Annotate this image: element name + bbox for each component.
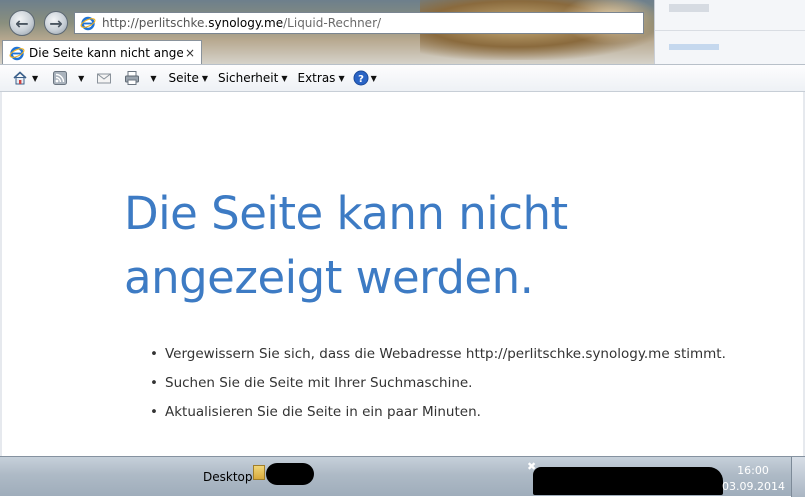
tab-close-button[interactable]: × [183, 46, 197, 60]
chevron-down-icon: ▼ [281, 73, 288, 83]
home-button[interactable]: ▼ [12, 70, 38, 86]
back-arrow-icon: ← [15, 13, 29, 33]
redacted-area [533, 467, 723, 495]
list-item: • Aktualisieren Sie die Seite in ein paa… [150, 398, 726, 427]
internet-explorer-icon [9, 46, 25, 60]
background-window-line [669, 4, 709, 12]
tab-active[interactable]: Die Seite kann nicht angeze... × [2, 40, 202, 64]
desktop-toolbar-label[interactable]: Desktop [203, 470, 253, 484]
chevron-down-icon: ▼ [370, 73, 377, 83]
tab-title: Die Seite kann nicht angeze... [29, 45, 183, 60]
rss-feed-icon [53, 71, 68, 85]
print-button[interactable]: ▼ [124, 70, 156, 86]
internet-explorer-icon [80, 16, 96, 31]
chevron-down-icon[interactable]: ▼ [78, 74, 84, 83]
browser-frame: ← → http://perlitschke. synology.me/Liqui… [0, 0, 805, 66]
tip-text: Aktualisieren Sie die Seite in ein paar … [165, 404, 481, 420]
address-host: synology.me [208, 16, 284, 30]
clock-time: 16:00 [737, 464, 769, 477]
bullet: • [150, 404, 158, 420]
menu-extras-label: Extras [297, 71, 336, 85]
clock-date: 03.09.2014 [722, 480, 785, 493]
forward-button[interactable]: → [44, 11, 68, 35]
chevron-down-icon: ▼ [338, 73, 345, 83]
forward-arrow-icon: → [49, 13, 63, 33]
menu-seite[interactable]: Seite ▼ [168, 71, 208, 85]
list-item: • Suchen Sie die Seite mit Ihrer Suchmas… [150, 369, 726, 398]
page-title: Die Seite kann nicht angezeigt werden. [124, 187, 568, 304]
address-path: /Liquid-Rechner/ [283, 16, 382, 30]
address-prefix: http://perlitschke. [102, 16, 209, 30]
show-desktop-button[interactable] [791, 457, 805, 497]
tips-list: • Vergewissern Sie sich, dass die Webadr… [150, 340, 726, 427]
background-window-divider [655, 30, 805, 31]
home-icon [13, 71, 27, 85]
background-window-line [669, 44, 719, 50]
mail-button[interactable] [96, 70, 112, 86]
menu-extras[interactable]: Extras ▼ [298, 71, 345, 85]
background-window [654, 0, 805, 66]
redacted-area [266, 463, 314, 485]
chevron-down-icon: ▼ [201, 73, 209, 83]
page-content: Die Seite kann nicht angezeigt werden. •… [0, 92, 805, 456]
command-bar: ▼ ▼ ▼ Seite ▼ Sicherheit ▼ Extras ▼ ? ▼ [0, 64, 805, 92]
svg-text:?: ? [358, 74, 364, 85]
back-button[interactable]: ← [9, 10, 35, 36]
folder-icon[interactable] [253, 465, 265, 480]
printer-icon [125, 71, 140, 85]
address-bar[interactable]: http://perlitschke. synology.me/Liquid-Re… [74, 12, 644, 34]
help-icon: ? [353, 70, 369, 86]
tip-text: Suchen Sie die Seite mit Ihrer Suchmasch… [165, 375, 473, 391]
tip-text: Vergewissern Sie sich, dass die Webadres… [165, 346, 726, 362]
bullet: • [150, 346, 158, 362]
feeds-button[interactable]: ▼ [52, 70, 84, 86]
help-button[interactable]: ? ▼ [353, 70, 377, 86]
chevron-down-icon[interactable]: ▼ [32, 74, 38, 83]
menu-sicherheit-label: Sicherheit [218, 71, 279, 85]
menu-sicherheit[interactable]: Sicherheit ▼ [218, 71, 287, 85]
chevron-down-icon[interactable]: ▼ [150, 74, 156, 83]
list-item: • Vergewissern Sie sich, dass die Webadr… [150, 340, 726, 369]
bullet: • [150, 375, 158, 391]
mail-icon [97, 73, 112, 84]
system-clock[interactable]: 16:00 03.09.2014 [722, 463, 785, 495]
menu-seite-label: Seite [168, 71, 199, 85]
taskbar: Desktop ✖ 16:00 03.09.2014 [0, 456, 805, 497]
